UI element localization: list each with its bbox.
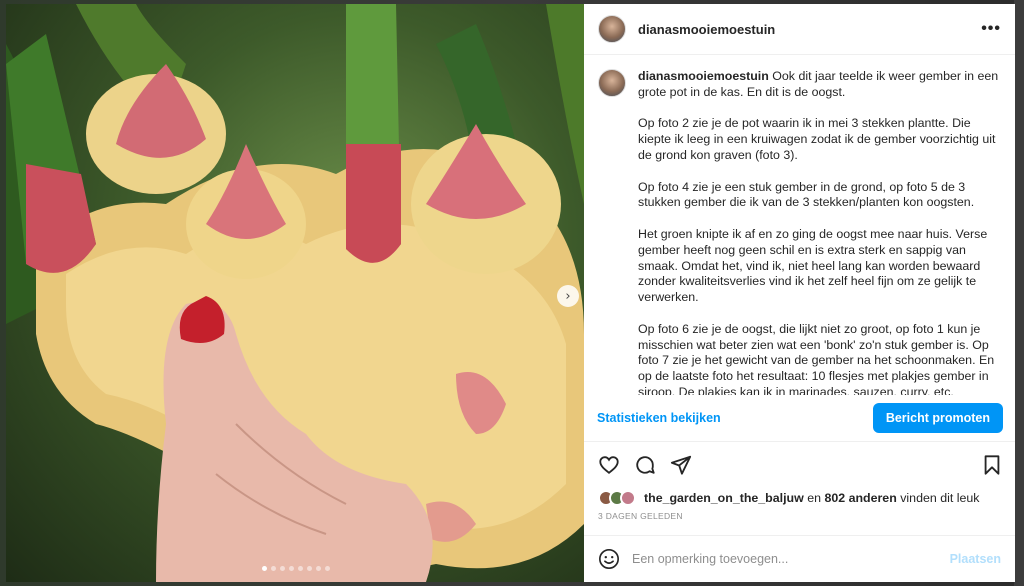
post-header: dianasmooiemoestuin ••• <box>584 4 1015 55</box>
carousel-dot <box>298 566 303 571</box>
caption-paragraph: Op foto 4 zie je een stuk gember in de g… <box>638 179 975 210</box>
action-bar <box>584 441 1015 487</box>
avatar <box>620 490 636 506</box>
caption-author[interactable]: dianasmooiemoestuin <box>638 69 769 83</box>
caption-avatar[interactable] <box>598 69 626 97</box>
bookmark-icon[interactable] <box>981 454 1003 476</box>
carousel-dot <box>325 566 330 571</box>
comment-input[interactable] <box>632 552 950 566</box>
heart-icon[interactable] <box>598 454 620 476</box>
likes-count-link[interactable]: 802 anderen <box>824 491 896 505</box>
likes-summary: the_garden_on_the_baljuw en 802 anderen … <box>584 487 1015 509</box>
page-backdrop-edge <box>1014 0 1024 586</box>
comment-icon[interactable] <box>634 454 656 476</box>
ginger-photo-illustration <box>6 4 584 582</box>
post-comment-button[interactable]: Plaatsen <box>950 552 1001 566</box>
carousel-dot <box>262 566 267 571</box>
carousel-dot <box>289 566 294 571</box>
more-horizontal-icon[interactable]: ••• <box>981 20 1001 38</box>
caption-paragraph: Het groen knipte ik af en zo ging de oog… <box>638 226 988 305</box>
liker-avatars[interactable] <box>598 490 636 506</box>
liker-username[interactable]: the_garden_on_the_baljuw <box>644 491 804 505</box>
caption: dianasmooiemoestuin Ook dit jaar teelde … <box>638 69 1001 395</box>
add-comment-bar: Plaatsen <box>584 535 1015 582</box>
caption-paragraph: Op foto 2 zie je de pot waarin ik in mei… <box>638 116 996 162</box>
carousel-dot <box>280 566 285 571</box>
comments-area: dianasmooiemoestuin Ook dit jaar teelde … <box>584 55 1015 395</box>
post-side-panel: dianasmooiemoestuin ••• dianasmooiemoest… <box>584 4 1015 582</box>
likes-suffix: vinden dit leuk <box>900 491 980 505</box>
caption-paragraph: Op foto 6 zie je de oogst, die lijkt nie… <box>638 321 995 395</box>
avatar[interactable] <box>598 15 626 43</box>
header-username[interactable]: dianasmooiemoestuin <box>638 22 981 37</box>
carousel-dot <box>316 566 321 571</box>
chevron-right-icon: › <box>565 288 571 304</box>
view-insights-link[interactable]: Statistieken bekijken <box>597 411 721 425</box>
promo-bar: Statistieken bekijken Bericht promoten <box>584 395 1015 441</box>
post-timestamp[interactable]: 3 DAGEN GELEDEN <box>584 509 1015 527</box>
next-photo-button[interactable]: › <box>557 285 579 307</box>
carousel-dot <box>271 566 276 571</box>
post-photo[interactable]: › <box>6 4 584 582</box>
share-icon[interactable] <box>670 454 692 476</box>
promote-post-button[interactable]: Bericht promoten <box>872 403 1003 433</box>
emoji-icon[interactable] <box>598 548 620 570</box>
carousel-indicator <box>262 566 330 571</box>
carousel-dot <box>307 566 312 571</box>
likes-connector: en <box>807 491 821 505</box>
